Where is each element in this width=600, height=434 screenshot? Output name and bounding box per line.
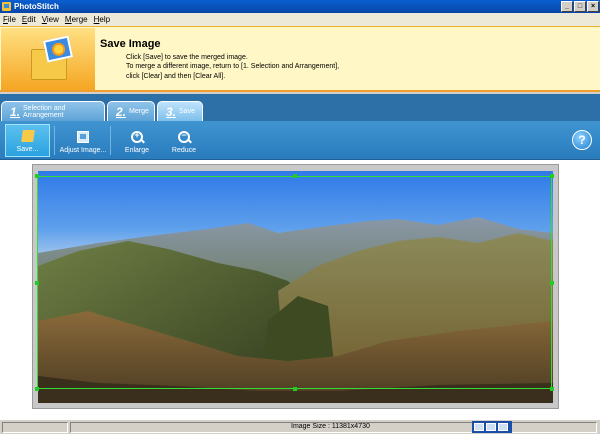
adjust-image-button[interactable]: Adjust Image... xyxy=(58,124,108,157)
app-icon xyxy=(2,2,11,11)
tab-number: 3. xyxy=(166,104,177,119)
help-button[interactable]: ? xyxy=(572,130,592,150)
image-canvas xyxy=(0,160,600,419)
resize-handle-bottom-left[interactable] xyxy=(35,387,39,391)
step-tabs: 1. Selection and Arrangement 2. Merge 3.… xyxy=(0,94,600,121)
save-illustration xyxy=(1,28,95,90)
adjust-image-label: Adjust Image... xyxy=(59,147,107,154)
view-mode-1-button[interactable] xyxy=(474,423,484,431)
reduce-button[interactable]: − Reduce xyxy=(166,124,202,157)
minus-sign: − xyxy=(181,130,187,140)
menu-file[interactable]: File xyxy=(3,15,16,24)
tab-selection-arrangement[interactable]: 1. Selection and Arrangement xyxy=(1,101,105,121)
view-mode-3-button[interactable] xyxy=(498,423,508,431)
tab-label: Save xyxy=(179,108,195,115)
maximize-button[interactable]: □ xyxy=(574,1,586,12)
info-line-3: click [Clear] and then [Clear All]. xyxy=(126,73,226,80)
tab-save[interactable]: 3. Save xyxy=(157,101,203,121)
toolbar: Save... Adjust Image... + Enlarge − Redu… xyxy=(0,121,600,160)
save-button[interactable]: Save... xyxy=(5,124,50,157)
view-mode-2-button[interactable] xyxy=(486,423,496,431)
tab-number: 1. xyxy=(10,104,21,119)
tab-merge[interactable]: 2. Merge xyxy=(107,101,155,121)
resize-handle-top[interactable] xyxy=(293,174,297,178)
adjust-image-icon xyxy=(77,131,89,143)
image-size-status: Image Size : 11381x4730 xyxy=(291,423,370,430)
tab-label: Merge xyxy=(129,108,149,115)
enlarge-button[interactable]: + Enlarge xyxy=(119,124,155,157)
info-title: Save Image xyxy=(100,38,161,50)
enlarge-label: Enlarge xyxy=(124,147,150,154)
zoom-in-icon: + xyxy=(131,130,143,143)
tab-label: Selection and Arrangement xyxy=(23,104,66,119)
zoom-out-icon: − xyxy=(178,130,190,143)
toolbar-divider xyxy=(54,126,55,155)
resize-handle-top-left[interactable] xyxy=(35,174,39,178)
menu-bar: File Edit View Merge Help xyxy=(0,13,600,26)
info-header: Save Image Click [Save] to save the merg… xyxy=(0,26,600,92)
menu-help[interactable]: Help xyxy=(94,15,110,24)
resize-handle-bottom-right[interactable] xyxy=(550,387,554,391)
resize-handle-left[interactable] xyxy=(35,281,39,285)
minimize-button[interactable]: _ xyxy=(561,1,573,12)
selection-box[interactable] xyxy=(35,174,554,391)
tab-number: 2. xyxy=(116,104,127,119)
close-button[interactable]: × xyxy=(587,1,599,12)
plus-sign: + xyxy=(134,130,140,140)
save-icon xyxy=(20,130,35,142)
resize-handle-top-right[interactable] xyxy=(550,174,554,178)
status-pane xyxy=(2,422,68,433)
toolbar-divider xyxy=(110,126,111,155)
info-line-2: To merge a different image, return to [1… xyxy=(126,63,340,70)
merged-image-frame xyxy=(32,164,559,409)
view-mode-buttons xyxy=(472,421,512,433)
save-label: Save... xyxy=(16,146,39,153)
menu-merge[interactable]: Merge xyxy=(65,15,88,24)
info-line-1: Click [Save] to save the merged image. xyxy=(126,54,248,61)
status-bar: Image Size : 11381x4730 xyxy=(0,419,600,434)
window-controls: _ □ × xyxy=(561,1,599,12)
menu-edit[interactable]: Edit xyxy=(22,15,36,24)
menu-view[interactable]: View xyxy=(42,15,59,24)
resize-handle-right[interactable] xyxy=(550,281,554,285)
photo-icon xyxy=(42,35,74,63)
window-title: PhotoStitch xyxy=(14,2,59,11)
reduce-label: Reduce xyxy=(171,147,197,154)
resize-handle-bottom[interactable] xyxy=(293,387,297,391)
title-bar: PhotoStitch _ □ × xyxy=(0,0,600,13)
